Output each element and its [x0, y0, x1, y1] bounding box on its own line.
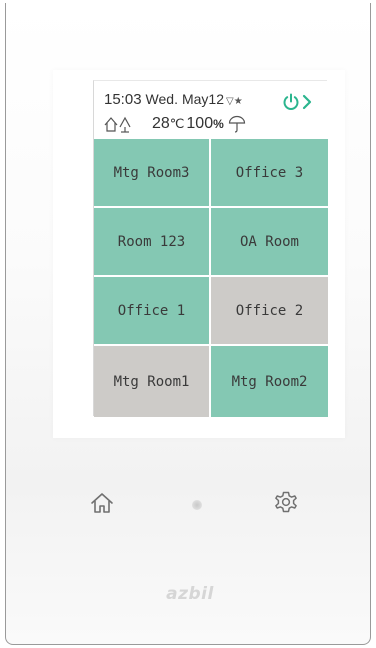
- room-tile[interactable]: Mtg Room3: [94, 139, 209, 206]
- room-tile[interactable]: Office 3: [211, 139, 328, 206]
- status-bar: 15:03 Wed. May12 ▽★ 28 ℃ 100 %: [94, 81, 328, 139]
- room-grid: Mtg Room3 Office 3 Room 123 OA Room Offi…: [94, 139, 328, 417]
- room-tile[interactable]: Mtg Room2: [211, 346, 328, 417]
- date-text: May12: [181, 91, 225, 107]
- day-text: Wed.: [145, 91, 178, 107]
- room-tile[interactable]: Room 123: [94, 208, 209, 275]
- status-marks: ▽★: [226, 96, 243, 107]
- room-tile[interactable]: OA Room: [211, 208, 328, 275]
- time-text: 15:03: [104, 91, 142, 108]
- room-label: Office 3: [235, 164, 304, 181]
- datetime-display: 15:03 Wed. May12 ▽★: [104, 91, 243, 113]
- indicator-light: [192, 500, 202, 510]
- chevron-right-icon[interactable]: [301, 93, 313, 111]
- room-tile[interactable]: Office 2: [211, 277, 328, 344]
- room-label: Office 1: [117, 302, 186, 319]
- humidity-value: 100: [186, 115, 214, 132]
- brand-logo: azbil: [166, 584, 214, 604]
- room-label: Room 123: [117, 233, 186, 250]
- gear-icon[interactable]: [273, 488, 299, 516]
- room-tile[interactable]: Mtg Room1: [94, 346, 209, 417]
- room-label: Mtg Room2: [231, 373, 308, 390]
- power-icon[interactable]: [282, 93, 300, 111]
- home-icon[interactable]: [89, 490, 115, 516]
- room-label: Mtg Room1: [113, 373, 190, 390]
- humidity-unit: %: [213, 117, 224, 131]
- room-label: Office 2: [235, 302, 304, 319]
- umbrella-icon: [228, 115, 245, 133]
- temperature-value: 28: [152, 115, 170, 132]
- room-label: OA Room: [239, 233, 299, 250]
- environment-readout: 28 ℃ 100 %: [104, 113, 246, 135]
- house-tree-icon: [104, 116, 131, 133]
- room-label: Mtg Room3: [113, 164, 190, 181]
- touch-screen: 15:03 Wed. May12 ▽★ 28 ℃ 100 % Mtg Room3…: [93, 80, 328, 417]
- room-tile[interactable]: Office 1: [94, 277, 209, 344]
- temperature-unit: ℃: [169, 116, 185, 131]
